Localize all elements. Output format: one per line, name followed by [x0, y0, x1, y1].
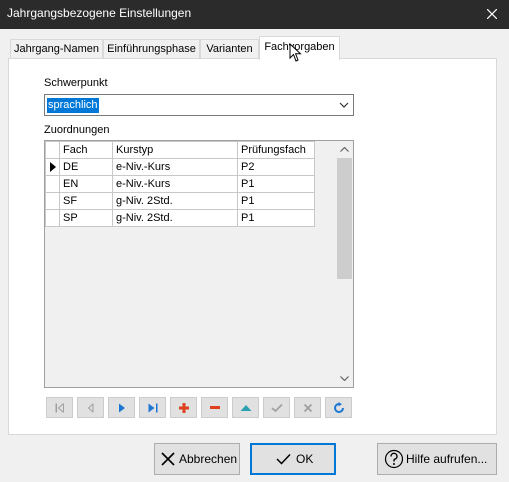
scroll-up-arrow-icon[interactable] — [340, 147, 349, 152]
zuordnungen-table: Fach Kurstyp Prüfungsfach DE e-Niv.-Kurs… — [45, 141, 315, 227]
row-indicator — [45, 158, 60, 176]
cell-kurstyp[interactable]: g-Niv. 2Std. — [112, 209, 238, 227]
cancel-button[interactable]: Abbrechen — [154, 443, 240, 475]
schwerpunkt-select[interactable]: sprachlich — [44, 94, 354, 116]
mouse-cursor-icon — [289, 43, 302, 62]
table-header-row: Fach Kurstyp Prüfungsfach — [45, 141, 315, 159]
help-button-label: Hilfe aufrufen... — [406, 452, 488, 466]
cell-fach[interactable]: SP — [59, 209, 113, 227]
cell-pruefungsfach[interactable]: P2 — [237, 158, 315, 176]
close-x-icon — [161, 452, 175, 466]
scroll-down-arrow-icon[interactable] — [340, 376, 349, 381]
row-indicator — [45, 175, 60, 193]
zuordnungen-label: Zuordnungen — [44, 124, 110, 136]
cell-fach[interactable]: EN — [59, 175, 113, 193]
tab-varianten[interactable]: Varianten — [200, 39, 259, 59]
zuordnungen-grid[interactable]: Fach Kurstyp Prüfungsfach DE e-Niv.-Kurs… — [44, 140, 354, 388]
cell-pruefungsfach[interactable]: P1 — [237, 192, 315, 210]
row-indicator — [45, 192, 60, 210]
table-row[interactable]: SP g-Niv. 2Std. P1 — [45, 209, 315, 227]
column-header-fach[interactable]: Fach — [59, 141, 113, 159]
close-icon — [487, 9, 497, 19]
first-record-icon — [55, 403, 64, 412]
first-record-button[interactable] — [46, 397, 73, 418]
table-row[interactable]: DE e-Niv.-Kurs P2 — [45, 158, 315, 176]
next-record-icon — [118, 403, 125, 412]
window-title: Jahrgangsbezogene Einstellungen — [7, 6, 192, 20]
table-row[interactable]: EN e-Niv.-Kurs P1 — [45, 175, 315, 193]
post-record-button[interactable] — [263, 397, 290, 418]
last-record-icon — [148, 403, 157, 412]
edit-record-icon — [240, 404, 251, 411]
checkmark-icon — [276, 453, 291, 465]
scrollbar-thumb[interactable] — [337, 158, 352, 279]
cancel-record-icon — [303, 403, 312, 412]
row-indicator — [45, 209, 60, 227]
prior-record-button[interactable] — [77, 397, 104, 418]
cell-pruefungsfach[interactable]: P1 — [237, 209, 315, 227]
row-indicator-header — [45, 141, 60, 159]
insert-record-icon — [178, 402, 189, 413]
cell-kurstyp[interactable]: e-Niv.-Kurs — [112, 158, 238, 176]
edit-record-button[interactable] — [232, 397, 259, 418]
cell-kurstyp[interactable]: g-Niv. 2Std. — [112, 192, 238, 210]
prior-record-icon — [87, 403, 93, 412]
cancel-record-button[interactable] — [294, 397, 321, 418]
delete-record-button[interactable] — [201, 397, 228, 418]
close-button[interactable] — [479, 2, 505, 26]
cell-fach[interactable]: DE — [59, 158, 113, 176]
column-header-pruefungsfach[interactable]: Prüfungsfach — [237, 141, 315, 159]
vertical-scrollbar[interactable] — [336, 141, 353, 387]
post-record-icon — [271, 403, 282, 412]
table-row[interactable]: SF g-Niv. 2Std. P1 — [45, 192, 315, 210]
chevron-down-icon[interactable] — [339, 102, 349, 108]
current-row-arrow-icon — [50, 162, 56, 172]
schwerpunkt-label: Schwerpunkt — [44, 77, 108, 89]
delete-record-icon — [209, 405, 220, 409]
ok-button-label: OK — [296, 452, 314, 466]
next-record-button[interactable] — [108, 397, 135, 418]
schwerpunkt-value: sprachlich — [47, 98, 99, 113]
tab-einfuehrungsphase[interactable]: Einführungsphase — [103, 39, 200, 59]
cell-kurstyp[interactable]: e-Niv.-Kurs — [112, 175, 238, 193]
help-icon — [384, 449, 404, 469]
ok-button[interactable]: OK — [250, 443, 336, 475]
last-record-button[interactable] — [139, 397, 166, 418]
title-bar: Jahrgangsbezogene Einstellungen — [0, 0, 509, 29]
insert-record-button[interactable] — [170, 397, 197, 418]
refresh-record-icon — [333, 401, 344, 413]
help-button[interactable]: Hilfe aufrufen... — [377, 443, 497, 475]
cell-fach[interactable]: SF — [59, 192, 113, 210]
tab-jahrgang-namen[interactable]: Jahrgang-Namen — [10, 39, 103, 59]
cancel-button-label: Abbrechen — [179, 452, 238, 466]
cell-pruefungsfach[interactable]: P1 — [237, 175, 315, 193]
refresh-record-button[interactable] — [325, 397, 352, 418]
column-header-kurstyp[interactable]: Kurstyp — [112, 141, 238, 159]
